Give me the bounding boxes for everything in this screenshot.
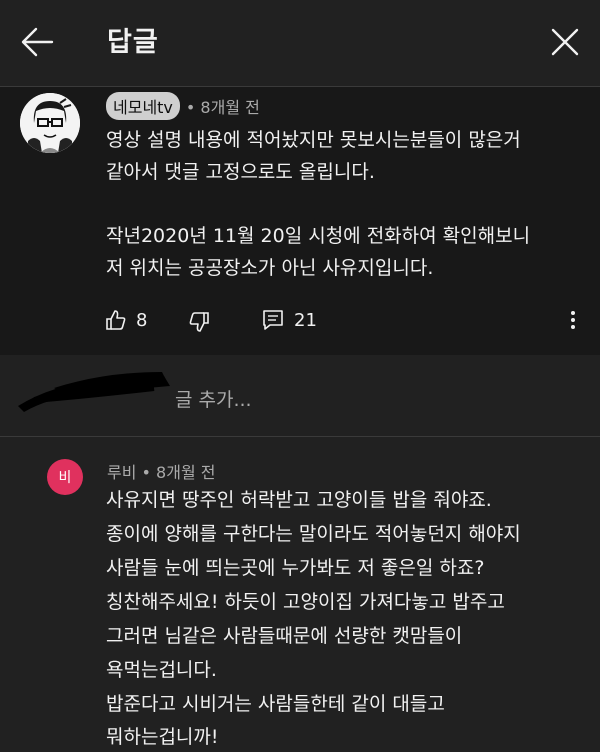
reply-line: 사람들 눈에 띄는곳에 누가봐도 저 좋은일 하죠? bbox=[106, 557, 485, 579]
comment-line: 같아서 댓글 고정으로도 올립니다. bbox=[106, 161, 375, 183]
reply-line: 그러면 님같은 사람들때문에 선량한 캣맘들이 bbox=[106, 625, 463, 647]
comment-icon bbox=[262, 309, 284, 331]
more-vert-icon[interactable] bbox=[566, 309, 580, 331]
comment-line: 영상 설명 내용에 적어놨지만 못보시는분들이 많은거 bbox=[106, 129, 521, 151]
add-reply-row[interactable]: 글 추가... bbox=[0, 356, 600, 436]
add-reply-input[interactable]: 글 추가... bbox=[175, 385, 252, 412]
dislike-button[interactable] bbox=[188, 311, 210, 333]
reply-count-button[interactable]: 21 bbox=[262, 309, 317, 331]
thumbs-up-icon bbox=[105, 309, 127, 331]
comment-actions: 8 21 bbox=[0, 303, 600, 339]
reply-line: 종이에 양해를 구한다는 말이라도 적어놓던지 해야지 bbox=[106, 523, 521, 545]
thumbs-down-icon bbox=[188, 311, 210, 333]
avatar[interactable]: 비 bbox=[47, 459, 83, 495]
reply-line: 밥준다고 시비거는 사람들한테 같이 대들고 bbox=[106, 693, 445, 715]
comment-meta: 네모네tv • 8개월 전 bbox=[106, 92, 260, 120]
like-button[interactable]: 8 bbox=[105, 309, 147, 331]
reply-count: 21 bbox=[294, 309, 317, 331]
close-icon[interactable] bbox=[550, 27, 580, 57]
arrow-left-icon[interactable] bbox=[20, 26, 54, 58]
reply-meta: 루비 • 8개월 전 bbox=[107, 463, 216, 482]
page-title: 답글 bbox=[107, 27, 159, 58]
reply-comment: 비 루비 • 8개월 전 사유지면 땅주인 허락받고 고양이들 밥을 줘야죠. … bbox=[0, 437, 600, 748]
pinned-comment: 네모네tv • 8개월 전 영상 설명 내용에 적어놨지만 못보시는분들이 많은… bbox=[0, 87, 600, 355]
comment-line: 작년2020년 11월 20일 시청에 전화하여 확인해보니 bbox=[106, 225, 531, 247]
reply-line: 사유지면 땅주인 허락받고 고양이들 밥을 줘야죠. bbox=[106, 489, 492, 511]
reply-line: 칭찬해주세요! 하듯이 고양이집 가져다놓고 밥주고 bbox=[106, 591, 505, 613]
redaction-scribble bbox=[18, 372, 170, 412]
comment-line: 저 위치는 공공장소가 아닌 사유지입니다. bbox=[106, 257, 434, 279]
like-count: 8 bbox=[136, 309, 148, 331]
comment-time: • 8개월 전 bbox=[185, 98, 260, 117]
avatar[interactable] bbox=[20, 93, 80, 153]
header: 답글 bbox=[0, 0, 600, 86]
reply-line: 욕먹는겁니다. bbox=[106, 659, 217, 681]
author-badge[interactable]: 네모네tv bbox=[106, 92, 180, 120]
